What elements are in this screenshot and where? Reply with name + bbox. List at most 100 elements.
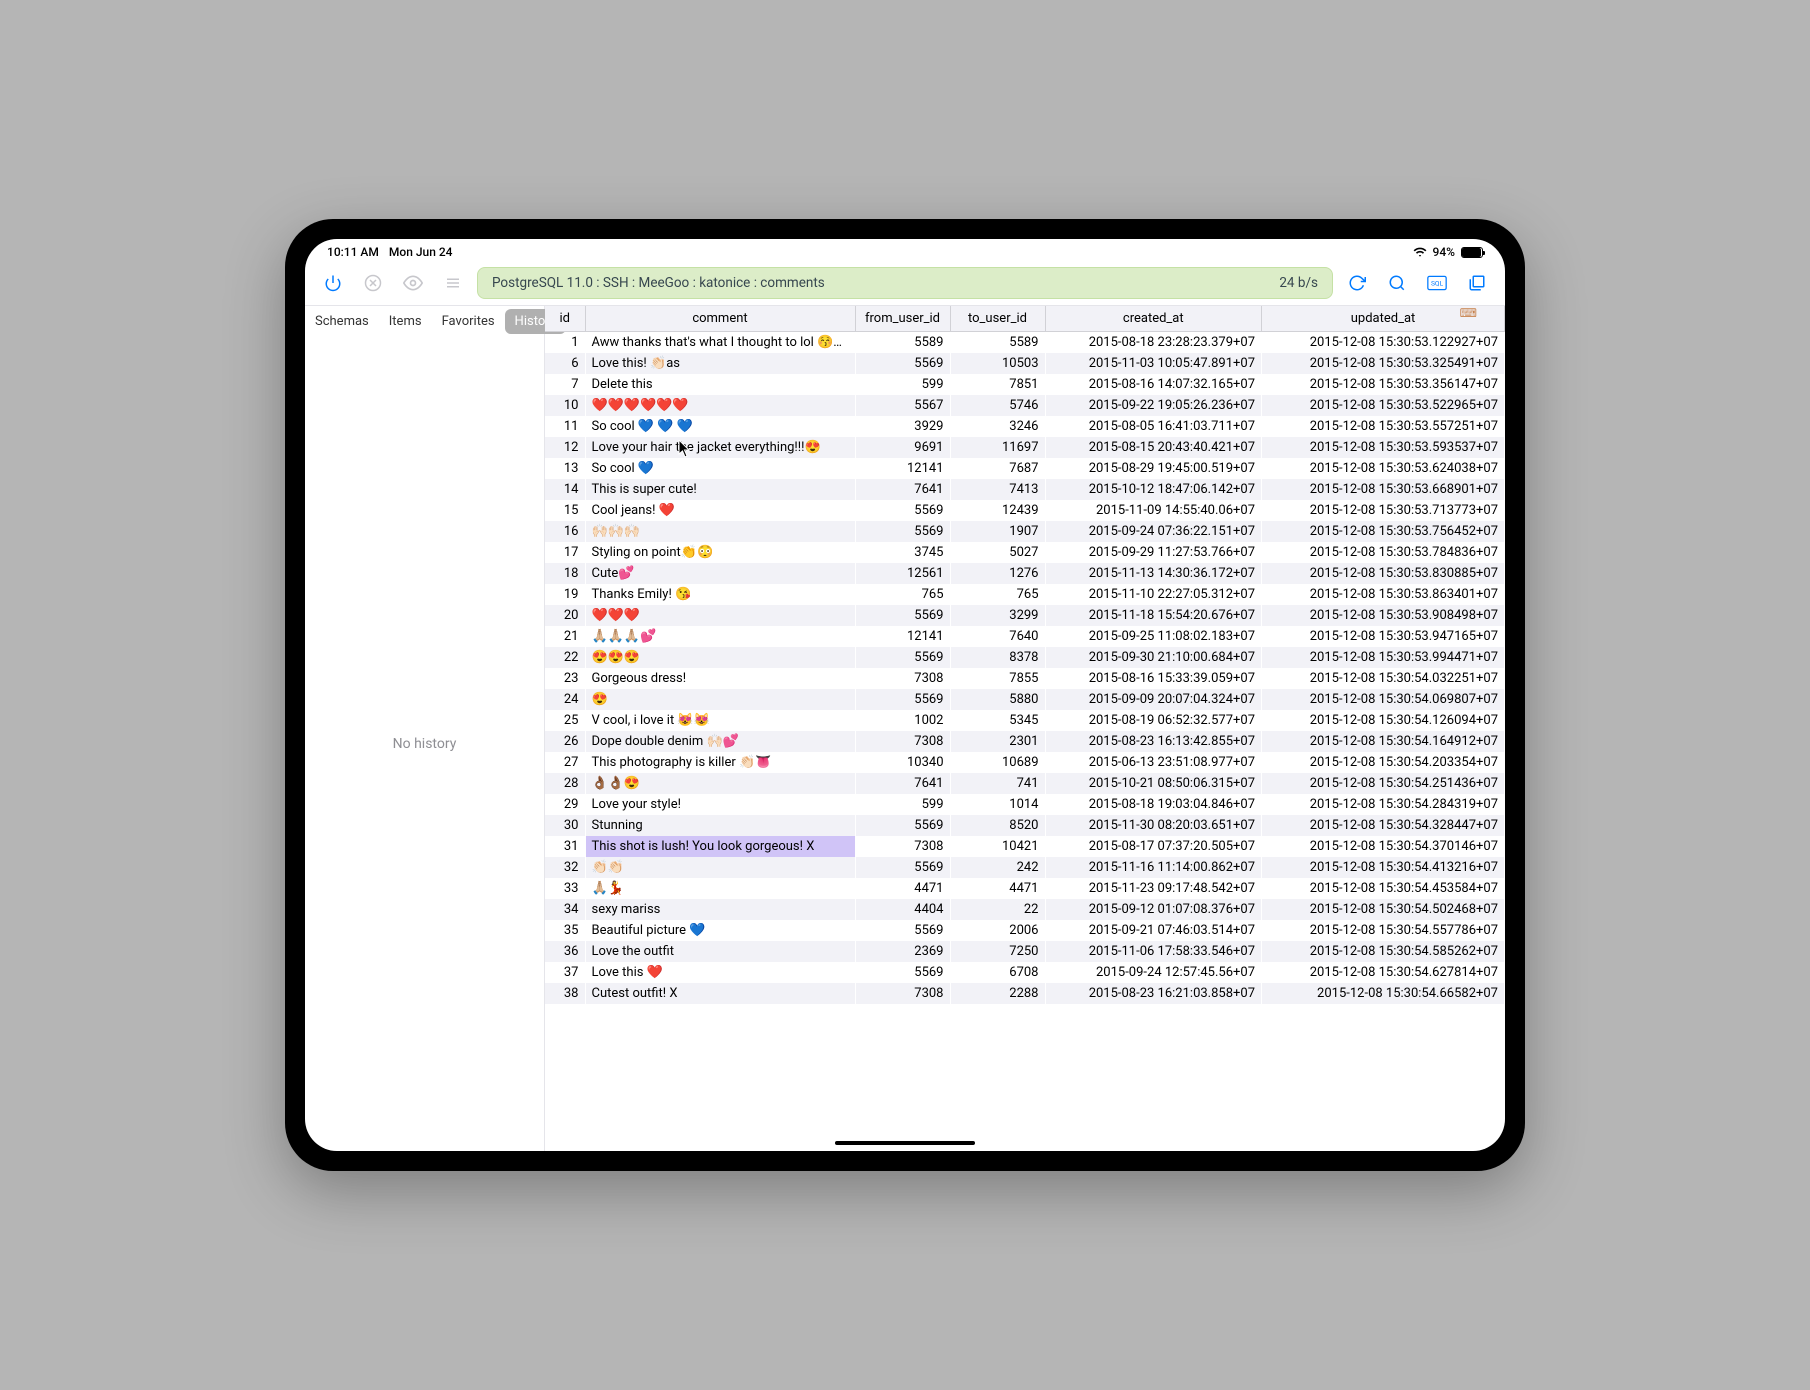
cell[interactable]: 7250 — [950, 941, 1045, 962]
cell[interactable]: 3299 — [950, 605, 1045, 626]
cell[interactable]: 33 — [545, 878, 585, 899]
eye-icon[interactable] — [397, 267, 429, 299]
cell[interactable]: 10421 — [950, 836, 1045, 857]
cell[interactable]: 5569 — [855, 500, 950, 521]
cell[interactable]: 7 — [545, 374, 585, 395]
table-row[interactable]: 7Delete this59978512015-08-16 14:07:32.1… — [545, 374, 1505, 395]
cell[interactable]: 2015-08-05 16:41:03.711+07 — [1045, 416, 1262, 437]
tab-items[interactable]: Items — [379, 309, 432, 334]
table-row[interactable]: 10❤️❤️❤️❤️❤️❤️556757462015-09-22 19:05:2… — [545, 395, 1505, 416]
table-row[interactable]: 18Cute💕1256112762015-11-13 14:30:36.172+… — [545, 563, 1505, 584]
cell[interactable]: 2015-12-08 15:30:53.593537+07 — [1262, 437, 1505, 458]
table-row[interactable]: 22😍😍😍556983782015-09-30 21:10:00.684+072… — [545, 647, 1505, 668]
data-table[interactable]: idcommentfrom_user_idto_user_idcreated_a… — [545, 306, 1505, 1004]
col-comment[interactable]: comment — [585, 306, 855, 332]
cell[interactable]: 22 — [545, 647, 585, 668]
cell[interactable]: 7855 — [950, 668, 1045, 689]
col-id[interactable]: id — [545, 306, 585, 332]
cell[interactable]: 2015-08-19 06:52:32.577+07 — [1045, 710, 1262, 731]
cell[interactable]: 2015-12-08 15:30:53.713773+07 — [1262, 500, 1505, 521]
cell[interactable]: 13 — [545, 458, 585, 479]
table-row[interactable]: 32👏🏻👏🏻55692422015-11-16 11:14:00.862+072… — [545, 857, 1505, 878]
cell[interactable]: 26 — [545, 731, 585, 752]
cell[interactable]: 5569 — [855, 857, 950, 878]
cell[interactable]: 19 — [545, 584, 585, 605]
power-icon[interactable] — [317, 267, 349, 299]
cell[interactable]: 👌🏾👌🏾😍 — [585, 773, 855, 794]
cell[interactable]: 5746 — [950, 395, 1045, 416]
col-from_user_id[interactable]: from_user_id — [855, 306, 950, 332]
cell[interactable]: 2015-12-08 15:30:54.66582+07 — [1262, 983, 1505, 1004]
cell[interactable]: 30 — [545, 815, 585, 836]
cell[interactable]: 35 — [545, 920, 585, 941]
col-created_at[interactable]: created_at — [1045, 306, 1262, 332]
cell[interactable]: 2015-08-18 19:03:04.846+07 — [1045, 794, 1262, 815]
cell[interactable]: 2015-12-08 15:30:54.069807+07 — [1262, 689, 1505, 710]
cell[interactable]: 7687 — [950, 458, 1045, 479]
table-row[interactable]: 35Beautiful picture 💙556920062015-09-21 … — [545, 920, 1505, 941]
cell[interactable]: 7641 — [855, 479, 950, 500]
cell[interactable]: 6 — [545, 353, 585, 374]
cell[interactable]: Gorgeous dress! — [585, 668, 855, 689]
cell[interactable]: 2015-09-22 19:05:26.236+07 — [1045, 395, 1262, 416]
cell[interactable]: 2015-12-08 15:30:54.413216+07 — [1262, 857, 1505, 878]
cell[interactable]: 7308 — [855, 731, 950, 752]
cell[interactable]: 5569 — [855, 920, 950, 941]
cell[interactable]: 2015-08-29 19:45:00.519+07 — [1045, 458, 1262, 479]
cell[interactable]: Thanks Emily! 😘 — [585, 584, 855, 605]
cell[interactable]: 2015-08-15 20:43:40.421+07 — [1045, 437, 1262, 458]
cell[interactable]: 6708 — [950, 962, 1045, 983]
tab-favorites[interactable]: Favorites — [432, 309, 505, 334]
cell[interactable]: 15 — [545, 500, 585, 521]
cell[interactable]: 2015-12-08 15:30:54.164912+07 — [1262, 731, 1505, 752]
cell[interactable]: 2015-09-24 07:36:22.151+07 — [1045, 521, 1262, 542]
cell[interactable]: 2015-12-08 15:30:53.947165+07 — [1262, 626, 1505, 647]
cell[interactable]: 9691 — [855, 437, 950, 458]
breadcrumb[interactable]: PostgreSQL 11.0 : SSH : MeeGoo : katonic… — [477, 267, 1333, 299]
cell[interactable]: 5567 — [855, 395, 950, 416]
cell[interactable]: 5569 — [855, 605, 950, 626]
cell[interactable]: 11 — [545, 416, 585, 437]
cell[interactable]: 32 — [545, 857, 585, 878]
cell[interactable]: 765 — [950, 584, 1045, 605]
refresh-icon[interactable] — [1341, 267, 1373, 299]
cell[interactable]: 2015-11-10 22:27:05.312+07 — [1045, 584, 1262, 605]
cell[interactable]: 8378 — [950, 647, 1045, 668]
cell[interactable]: 2288 — [950, 983, 1045, 1004]
cell[interactable]: Cool jeans! ❤️ — [585, 500, 855, 521]
table-row[interactable]: 21🙏🏼🙏🏼🙏🏼💕1214176402015-09-25 11:08:02.18… — [545, 626, 1505, 647]
cell[interactable]: 5569 — [855, 353, 950, 374]
table-row[interactable]: 13So cool 💙1214176872015-08-29 19:45:00.… — [545, 458, 1505, 479]
cell[interactable]: 38 — [545, 983, 585, 1004]
cell[interactable]: 37 — [545, 962, 585, 983]
cell[interactable]: 2015-10-12 18:47:06.142+07 — [1045, 479, 1262, 500]
cell[interactable]: 14 — [545, 479, 585, 500]
cell[interactable]: 2015-12-08 15:30:53.122927+07 — [1262, 332, 1505, 354]
cell[interactable]: 10340 — [855, 752, 950, 773]
list-icon[interactable] — [437, 267, 469, 299]
cell[interactable]: 20 — [545, 605, 585, 626]
cell[interactable]: 2015-12-08 15:30:54.032251+07 — [1262, 668, 1505, 689]
home-indicator[interactable] — [835, 1141, 975, 1145]
cell[interactable]: So cool 💙 — [585, 458, 855, 479]
cell[interactable]: 7413 — [950, 479, 1045, 500]
cell[interactable]: 25 — [545, 710, 585, 731]
cell[interactable]: 741 — [950, 773, 1045, 794]
table-row[interactable]: 28👌🏾👌🏾😍76417412015-10-21 08:50:06.315+07… — [545, 773, 1505, 794]
table-row[interactable]: 36Love the outfit236972502015-11-06 17:5… — [545, 941, 1505, 962]
cell[interactable]: 23 — [545, 668, 585, 689]
table-row[interactable]: 29Love your style!59910142015-08-18 19:0… — [545, 794, 1505, 815]
cell[interactable]: 2015-11-06 17:58:33.546+07 — [1045, 941, 1262, 962]
cell[interactable]: 4471 — [855, 878, 950, 899]
cell[interactable]: 2301 — [950, 731, 1045, 752]
cell[interactable]: 28 — [545, 773, 585, 794]
cell[interactable]: 2015-12-08 15:30:54.557786+07 — [1262, 920, 1505, 941]
cell[interactable]: 2015-08-16 15:33:39.059+07 — [1045, 668, 1262, 689]
cell[interactable]: 765 — [855, 584, 950, 605]
cell[interactable]: 2015-09-12 01:07:08.376+07 — [1045, 899, 1262, 920]
cell[interactable]: 7308 — [855, 983, 950, 1004]
cell[interactable]: 2015-12-08 15:30:54.627814+07 — [1262, 962, 1505, 983]
table-row[interactable]: 33🙏🏼💃447144712015-11-23 09:17:48.542+072… — [545, 878, 1505, 899]
cell[interactable]: 7641 — [855, 773, 950, 794]
cell[interactable]: 🙌🏻🙌🏻🙌🏻 — [585, 521, 855, 542]
